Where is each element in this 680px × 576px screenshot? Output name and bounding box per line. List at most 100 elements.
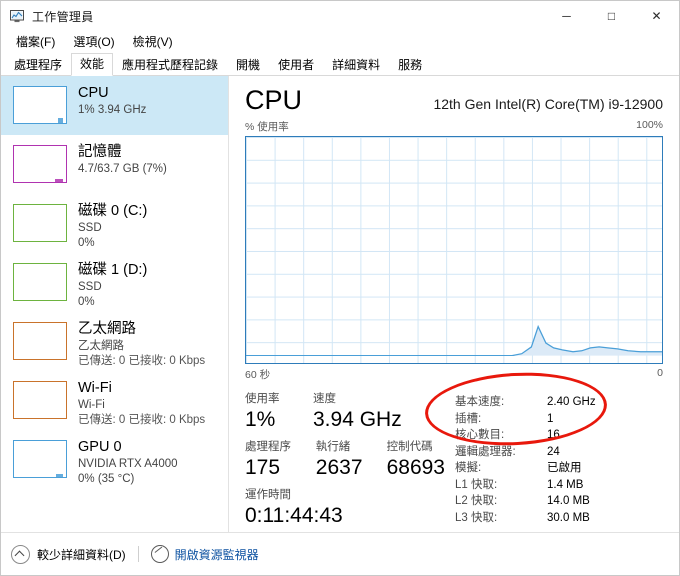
spec-value: 2.40 GHz [547,396,596,408]
sidebar-item-detail: SSD [78,281,102,293]
spec-sockets: 插槽: 1 [455,411,663,428]
sidebar-item-detail-2: 0% [78,237,95,249]
sidebar-item-memory[interactable]: 記憶體 4.7/63.7 GB (7%) [1,135,228,194]
spec-value: 14.0 MB [547,495,590,507]
sidebar-item-label: Wi-Fi [78,380,112,396]
tab-processes[interactable]: 處理程序 [5,54,71,76]
stat-processes: 處理程序 175 [245,440,316,481]
spec-key: 基本速度: [455,396,505,408]
sidebar-item-disk-0[interactable]: 磁碟 0 (C:) SSD 0% [1,194,228,253]
sidebar-item-detail: 乙太網路 [78,340,124,352]
window-controls: ─ □ ✕ [544,1,679,31]
tab-strip: 處理程序 效能 應用程式歷程記錄 開機 使用者 詳細資料 服務 [1,53,679,76]
menu-bar: 檔案(F) 選項(O) 檢視(V) [1,31,679,53]
chevron-up-icon [11,544,30,564]
spec-value: 1.4 MB [547,478,584,491]
fewer-details-button[interactable]: 較少詳細資料(D) [11,544,126,564]
stat-utilization: 使用率 1% [245,392,313,433]
sidebar-item-disk-1[interactable]: 磁碟 1 (D:) SSD 0% [1,253,228,312]
spec-key: 模擬: [455,462,482,474]
spec-logical-processors: 邏輯處理器: 24 [455,444,663,461]
tab-services[interactable]: 服務 [389,54,431,76]
sidebar-item-label: 記憶體 [78,144,122,160]
spec-key: L2 快取: [455,495,498,507]
spec-key: 邏輯處理器: [455,445,516,458]
sidebar-item-detail: 1% 3.94 GHz [78,104,147,116]
spec-value: 24 [547,445,560,458]
menu-view[interactable]: 檢視(V) [124,31,182,53]
stat-label: 控制代碼 [386,441,433,453]
cpu-model-label: 12th Gen Intel(R) Core(TM) i9-12900 [433,96,663,112]
stats-area: 使用率 1% 速度 3.94 GHz 處理程序 175 執行緒 2637 控制代… [245,392,663,536]
x-axis-left-label: 60 秒 [245,369,271,381]
maximize-button[interactable]: □ [589,1,634,31]
cpu-utilization-graph[interactable] [245,136,663,364]
gpu-thumbnail-icon [13,440,67,478]
sidebar-item-label: 乙太網路 [78,321,136,337]
spec-value: 30.0 MB [547,511,590,524]
spec-l2-cache: L2 快取: 14.0 MB [455,493,663,510]
task-manager-window: 工作管理員 ─ □ ✕ 檔案(F) 選項(O) 檢視(V) 處理程序 效能 應用… [0,0,680,576]
spec-value: 1 [547,412,554,425]
spec-cores: 核心數目: 16 [455,427,663,444]
spec-l1-cache: L1 快取: 1.4 MB [455,477,663,494]
gauge-icon [150,545,169,563]
stat-value: 68693 [386,456,445,479]
menu-file[interactable]: 檔案(F) [7,31,64,53]
stats-right-column: 基本速度: 2.40 GHz 插槽: 1 核心數目: 16 邏輯處理器: 24 [445,392,663,536]
tab-performance[interactable]: 效能 [71,53,114,76]
resource-monitor-label: 開啟資源監視器 [174,547,259,562]
sidebar-item-label: 磁碟 0 (C:) [78,203,148,219]
sidebar-item-detail-2: 已傳送: 0 已接收: 0 Kbps [78,414,206,426]
spec-value: 已啟用 [547,462,582,474]
stat-value: 175 [245,456,281,479]
stat-value: 1% [245,408,276,431]
y-axis-label: % 使用率 [245,121,289,133]
x-axis-right-label: 0 [657,367,663,379]
sidebar-item-cpu[interactable]: CPU 1% 3.94 GHz [1,76,228,135]
sidebar-item-label: 磁碟 1 (D:) [78,262,148,278]
stat-value: 0:11:44:43 [245,504,343,527]
open-resource-monitor-button[interactable]: 開啟資源監視器 [150,545,259,563]
graph-plot [246,324,662,356]
tab-users[interactable]: 使用者 [269,54,323,76]
sidebar-item-detail: NVIDIA RTX A4000 [78,458,178,470]
tab-startup[interactable]: 開機 [227,54,269,76]
spec-base-speed: 基本速度: 2.40 GHz [455,394,663,411]
fewer-details-label: 較少詳細資料(D) [37,547,126,562]
menu-options[interactable]: 選項(O) [64,31,123,53]
stat-uptime: 運作時間 0:11:44:43 [245,488,343,529]
graph-top-axis: % 使用率 100% [245,119,663,134]
stat-speed: 速度 3.94 GHz [313,392,402,433]
ethernet-thumbnail-icon [13,322,67,360]
stat-handles: 控制代碼 68693 [387,440,445,481]
spec-key: L3 快取: [455,511,498,524]
sidebar-item-wifi[interactable]: Wi-Fi Wi-Fi 已傳送: 0 已接收: 0 Kbps [1,371,228,430]
y-axis-max-label: 100% [636,119,663,131]
tab-details[interactable]: 詳細資料 [323,54,389,76]
disk-thumbnail-icon [13,263,67,301]
stat-row-counts: 處理程序 175 執行緒 2637 控制代碼 68693 [245,440,445,481]
stat-label: 處理程序 [245,441,291,453]
stat-label: 執行緒 [315,441,351,453]
page-title: CPU [245,85,303,115]
disk-thumbnail-icon [13,204,67,242]
spec-key: L1 快取: [455,478,498,491]
minimize-button[interactable]: ─ [544,1,589,31]
content-area: CPU 1% 3.94 GHz 記憶體 4.7/63.7 GB (7%) 磁碟 … [1,76,679,556]
sidebar-item-ethernet[interactable]: 乙太網路 乙太網路 已傳送: 0 已接收: 0 Kbps [1,312,228,371]
close-button[interactable]: ✕ [634,1,679,31]
wifi-thumbnail-icon [13,381,67,419]
sidebar-item-gpu-0[interactable]: GPU 0 NVIDIA RTX A4000 0% (35 °C) [1,430,228,489]
sidebar-item-detail-2: 0% [78,296,95,308]
spec-key: 核心數目: [455,429,505,441]
stat-label: 運作時間 [245,489,291,501]
spec-value: 16 [547,429,560,441]
graph-bottom-axis: 60 秒 0 [245,367,663,382]
footer-divider [137,546,139,562]
task-manager-icon [9,8,25,24]
stat-label: 速度 [313,393,336,405]
tab-app-history[interactable]: 應用程式歷程記錄 [113,54,227,76]
spec-key: 插槽: [455,412,482,425]
memory-thumbnail-icon [13,145,67,183]
